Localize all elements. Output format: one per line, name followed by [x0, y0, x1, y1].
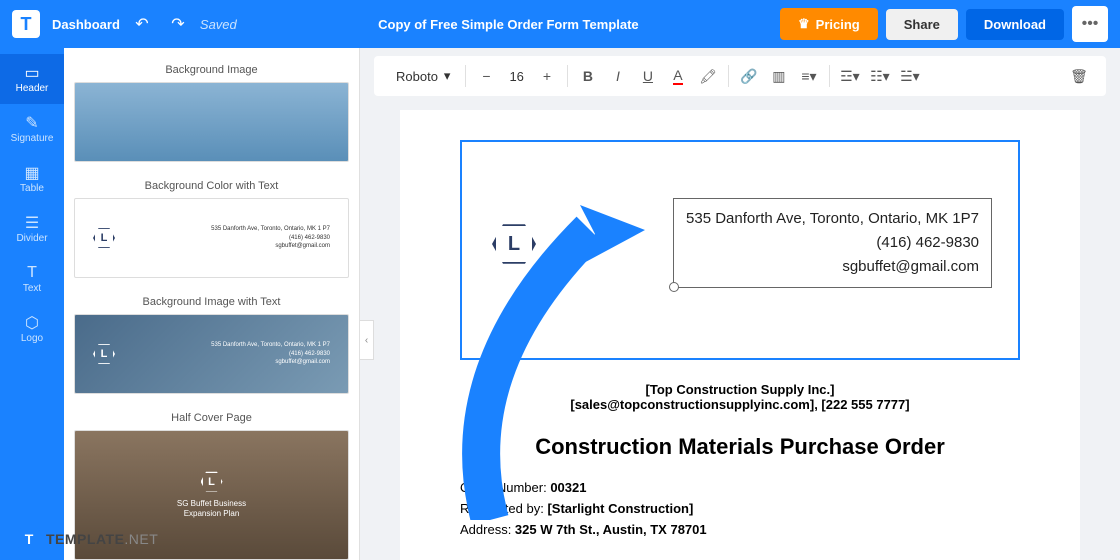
text-toolbar: Roboto▾ − 16 + B I U A 🖍 🔗 ▥ ≡▾ ☲▾ ☷▾ ☱▾…: [374, 56, 1106, 96]
link-icon[interactable]: 🔗: [736, 63, 762, 89]
sidebar-item-table[interactable]: ▦Table: [0, 154, 64, 204]
text-color-icon[interactable]: A: [665, 63, 691, 89]
delete-icon[interactable]: 🗑: [1066, 63, 1092, 89]
underline-icon[interactable]: U: [635, 63, 661, 89]
contact-text-box[interactable]: 535 Danforth Ave, Toronto, Ontario, MK 1…: [673, 198, 992, 288]
save-status: Saved: [200, 17, 237, 32]
contact-email: sgbuffet@gmail.com: [686, 255, 979, 279]
sidebar-item-text[interactable]: TText: [0, 254, 64, 304]
redo-icon[interactable]: ↷: [164, 10, 192, 38]
download-button[interactable]: Download: [966, 9, 1064, 40]
dashboard-link[interactable]: Dashboard: [52, 17, 120, 32]
font-decrease-icon[interactable]: −: [473, 63, 499, 89]
columns-icon[interactable]: ▥: [766, 63, 792, 89]
company-name[interactable]: [Top Construction Supply Inc.]: [460, 382, 1020, 397]
app-logo[interactable]: T: [12, 10, 40, 38]
text-icon: T: [22, 265, 42, 281]
bold-icon[interactable]: B: [575, 63, 601, 89]
pricing-button[interactable]: ♛Pricing: [780, 8, 878, 40]
header-block-selected[interactable]: L 535 Danforth Ave, Toronto, Ontario, MK…: [460, 140, 1020, 360]
hex-logo-icon: L: [201, 471, 223, 493]
numbered-list-icon[interactable]: ☲▾: [837, 63, 863, 89]
hex-logo-icon: L: [93, 343, 115, 365]
font-family-select[interactable]: Roboto▾: [388, 64, 458, 88]
indent-icon[interactable]: ☱▾: [897, 63, 923, 89]
document-title[interactable]: Copy of Free Simple Order Form Template: [245, 17, 772, 32]
canvas-area: Roboto▾ − 16 + B I U A 🖍 🔗 ▥ ≡▾ ☲▾ ☷▾ ☱▾…: [360, 48, 1120, 560]
divider-icon: ☰: [22, 215, 42, 231]
font-increase-icon[interactable]: +: [534, 63, 560, 89]
share-button[interactable]: Share: [886, 9, 958, 40]
watermark-logo-icon: T: [18, 528, 40, 550]
document-heading[interactable]: Construction Materials Purchase Order: [460, 434, 1020, 460]
signature-icon: ✎: [22, 115, 42, 131]
chevron-down-icon: ▾: [444, 68, 451, 84]
collapse-sidebar-icon[interactable]: ‹: [360, 320, 374, 360]
sidebar-item-divider[interactable]: ☰Divider: [0, 204, 64, 254]
align-icon[interactable]: ≡▾: [796, 63, 822, 89]
company-meta[interactable]: [sales@topconstructionsupplyinc.com], [2…: [460, 397, 1020, 412]
contact-phone: (416) 462-9830: [686, 231, 979, 255]
template-sidebar: Background Image Background Color with T…: [64, 48, 360, 560]
italic-icon[interactable]: I: [605, 63, 631, 89]
header-icon: ▭: [22, 65, 42, 81]
sidebar-item-signature[interactable]: ✎Signature: [0, 104, 64, 154]
logo-icon: ⬡: [22, 315, 42, 331]
font-size-input[interactable]: 16: [503, 69, 529, 84]
more-menu-icon[interactable]: •••: [1072, 6, 1108, 42]
template-background-image[interactable]: Background Image: [74, 58, 349, 162]
hex-logo-icon: L: [93, 227, 115, 249]
document-page[interactable]: L 535 Danforth Ave, Toronto, Ontario, MK…: [400, 110, 1080, 560]
contact-address: 535 Danforth Ave, Toronto, Ontario, MK 1…: [686, 207, 979, 231]
watermark: T TEMPLATE.NET: [18, 528, 158, 550]
crown-icon: ♛: [798, 16, 810, 32]
resize-handle-icon[interactable]: [669, 282, 679, 292]
order-details[interactable]: Order Number: 00321 Requested by: [Starl…: [460, 478, 1020, 540]
sidebar-item-logo[interactable]: ⬡Logo: [0, 304, 64, 354]
template-bg-color-text[interactable]: Background Color with Text L 535 Danfort…: [74, 174, 349, 278]
left-tool-strip: ▭Header ✎Signature ▦Table ☰Divider TText…: [0, 48, 64, 560]
template-bg-image-text[interactable]: Background Image with Text L 535 Danfort…: [74, 290, 349, 394]
bullet-list-icon[interactable]: ☷▾: [867, 63, 893, 89]
header-logo[interactable]: L: [492, 222, 536, 266]
table-icon: ▦: [22, 165, 42, 181]
highlight-icon[interactable]: 🖍: [695, 63, 721, 89]
undo-icon[interactable]: ↶: [128, 10, 156, 38]
sidebar-item-header[interactable]: ▭Header: [0, 54, 64, 104]
